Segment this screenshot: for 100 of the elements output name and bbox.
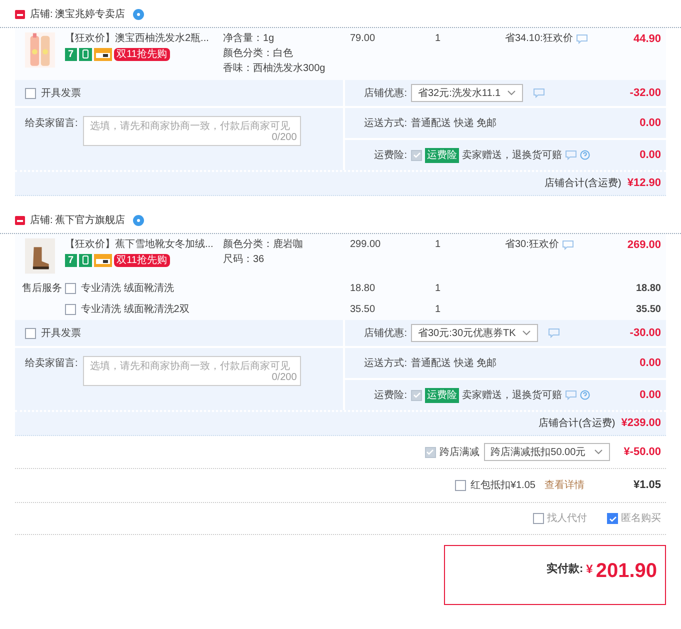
card-icon xyxy=(94,48,112,61)
shipping-label: 运送方式: xyxy=(363,356,407,370)
phone-icon xyxy=(78,48,92,61)
discount-label: 红包抵扣¥1.05 xyxy=(470,478,536,493)
checkbox[interactable] xyxy=(607,513,618,524)
payment-amount: 201.90 xyxy=(596,559,657,584)
phone-icon xyxy=(78,254,92,267)
chat-icon[interactable] xyxy=(532,88,545,98)
promo-text: 省30:狂欢价 xyxy=(505,238,559,252)
coupon-amount: -30.00 xyxy=(630,326,661,341)
product-spec: 颜色分类：白色 xyxy=(223,47,294,61)
product-spec: 净含量：1g xyxy=(223,32,276,46)
shipping-method: 普通配送 快递 免邮 xyxy=(411,116,497,130)
insurance-label: 运费险: xyxy=(373,148,407,162)
invoice-label: 开具发票 xyxy=(41,86,81,100)
cross-store-label: 跨店满减 xyxy=(440,446,480,460)
store-label: 店铺: xyxy=(30,214,53,228)
service-total: 35.50 xyxy=(636,303,662,317)
insurance-amount: 0.00 xyxy=(640,148,661,163)
char-counter: 0/200 xyxy=(272,371,297,385)
shipping-amount: 0.00 xyxy=(640,356,661,371)
insurance-text: 卖家赠送，退换货可赔 xyxy=(462,388,562,402)
discount-amount: ¥1.05 xyxy=(633,478,661,494)
currency-symbol: ¥ xyxy=(586,561,593,578)
subtotal-value: ¥239.00 xyxy=(621,416,661,432)
coupon-amount: -32.00 xyxy=(630,86,661,101)
coupon-select[interactable]: 省30元:30元优惠券TK xyxy=(411,324,538,342)
badge: 7 xyxy=(65,48,77,61)
store-icon xyxy=(15,216,25,225)
cross-store-amount: ¥-50.00 xyxy=(624,444,661,460)
checkbox[interactable] xyxy=(25,328,36,338)
details-link[interactable]: 查看详情 xyxy=(544,478,584,493)
caret-icon xyxy=(594,449,603,455)
product-spec: 香味：西柚洗发水300g xyxy=(223,62,326,76)
shipping-label: 运送方式: xyxy=(363,116,407,130)
cross-store-select[interactable]: 跨店满减抵扣50.00元 xyxy=(484,443,610,461)
promo-badge: 双11抢先购 xyxy=(114,48,170,61)
product-spec: 尺码：36 xyxy=(223,253,266,267)
chat-icon[interactable] xyxy=(565,390,577,400)
option-label: 匿名购买 xyxy=(621,512,661,526)
chat-icon[interactable] xyxy=(576,34,588,44)
item-total: 44.90 xyxy=(633,32,662,46)
checkbox[interactable] xyxy=(65,283,76,294)
checkbox[interactable] xyxy=(424,446,436,458)
quantity: 1 xyxy=(435,32,442,46)
promo-text: 省34.10:狂欢价 xyxy=(505,32,573,46)
service-name: 专业清洗 绒面靴清洗 xyxy=(81,282,174,296)
quantity: 1 xyxy=(435,238,442,252)
caret-icon xyxy=(506,90,516,96)
insurance-amount: 0.00 xyxy=(640,388,661,403)
payment-label: 实付款: xyxy=(546,562,584,577)
card-icon xyxy=(94,254,112,267)
message-label: 给卖家留言: xyxy=(25,356,78,371)
chat-icon[interactable] xyxy=(562,240,574,250)
coupon-label: 店铺优惠: xyxy=(363,326,407,340)
checkbox[interactable] xyxy=(411,390,422,400)
insurance-label: 运费险: xyxy=(373,388,407,402)
unit-price: 299.00 xyxy=(350,238,382,252)
store-name[interactable]: 澳宝兆婷专卖店 xyxy=(54,7,125,22)
checkbox[interactable] xyxy=(533,513,544,524)
checkbox[interactable] xyxy=(65,304,76,315)
checkbox[interactable] xyxy=(25,88,36,98)
char-counter: 0/200 xyxy=(272,131,297,145)
shipping-method: 普通配送 快递 免邮 xyxy=(411,356,497,370)
service-quantity: 1 xyxy=(435,303,442,317)
chat-icon[interactable] xyxy=(565,150,577,160)
product-title[interactable]: 【狂欢价】蕉下雪地靴女冬加绒... xyxy=(65,238,215,252)
insurance-text: 卖家赠送，退换货可赔 xyxy=(462,148,562,162)
promo-badge: 双11抢先购 xyxy=(114,254,170,267)
service-price: 35.50 xyxy=(350,303,376,317)
store-icon xyxy=(15,10,25,19)
help-icon[interactable] xyxy=(580,390,590,400)
coupon-select[interactable]: 省32元:洗发水11.1 xyxy=(411,84,523,102)
service-total: 18.80 xyxy=(636,282,662,296)
badge: 7 xyxy=(65,254,77,267)
caret-icon xyxy=(522,330,531,336)
insurance-tag: 运费险 xyxy=(425,148,459,162)
services-label: 售后服务 xyxy=(22,283,62,294)
help-icon[interactable] xyxy=(580,150,590,160)
unit-price: 79.00 xyxy=(350,32,376,46)
option-label: 找人代付 xyxy=(547,512,587,526)
subtotal-label: 店铺合计(含运费) xyxy=(538,416,616,431)
checkbox[interactable] xyxy=(455,480,466,491)
message-label: 给卖家留言: xyxy=(25,116,78,131)
product-spec: 颜色分类：鹿岩咖 xyxy=(223,238,304,252)
service-quantity: 1 xyxy=(435,282,442,296)
service-price: 18.80 xyxy=(350,282,376,296)
item-total: 269.00 xyxy=(627,238,662,252)
invoice-label: 开具发票 xyxy=(41,326,81,340)
product-title[interactable]: 【狂欢价】澳宝西柚洗发水2瓶... xyxy=(65,32,215,46)
checkbox[interactable] xyxy=(411,150,422,160)
chat-icon[interactable] xyxy=(548,328,560,338)
shipping-amount: 0.00 xyxy=(640,116,661,131)
store-label: 店铺: xyxy=(30,8,53,22)
service-name: 专业清洗 绒面靴清洗2双 xyxy=(81,302,190,317)
insurance-tag: 运费险 xyxy=(425,388,459,402)
store-name[interactable]: 蕉下官方旗舰店 xyxy=(54,213,125,228)
coupon-label: 店铺优惠: xyxy=(363,86,407,100)
subtotal-label: 店铺合计(含运费) xyxy=(544,176,622,191)
subtotal-value: ¥12.90 xyxy=(627,176,661,192)
